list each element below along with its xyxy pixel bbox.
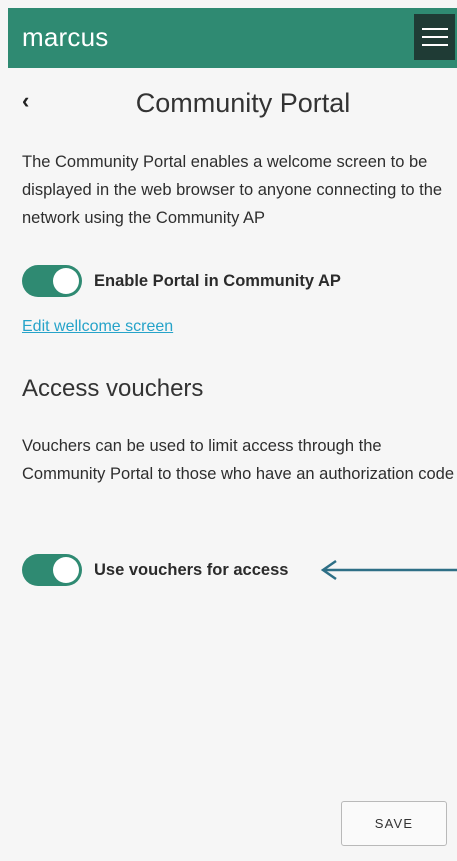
portal-toggle-row: Enable Portal in Community AP [22,265,341,297]
enable-portal-label: Enable Portal in Community AP [94,271,341,290]
menu-line [421,36,448,38]
use-vouchers-label: Use vouchers for access [94,560,289,579]
save-button[interactable]: SAVE [341,801,447,846]
toggle-knob [53,268,79,294]
use-vouchers-toggle[interactable] [22,554,82,586]
edit-welcome-screen-link[interactable]: Edit wellcome screen [22,318,173,336]
vouchers-description: Vouchers can be used to limit access thr… [22,437,454,483]
menu-line [421,28,448,30]
hamburger-menu-icon[interactable] [414,14,455,60]
chevron-left-icon[interactable]: ‹ [22,88,29,114]
toggle-knob [53,557,79,583]
enable-portal-toggle[interactable] [22,265,82,297]
brand-logo: marcus [22,22,109,52]
vouchers-section-title: Access vouchers [22,375,204,402]
page-title: Community Portal [135,88,351,118]
portal-description: The Community Portal enables a welcome s… [22,153,443,227]
arrow-left-icon [320,559,457,581]
vouchers-toggle-row: Use vouchers for access [22,554,288,586]
menu-line [421,44,448,46]
top-app-bar: marcus [8,8,457,68]
